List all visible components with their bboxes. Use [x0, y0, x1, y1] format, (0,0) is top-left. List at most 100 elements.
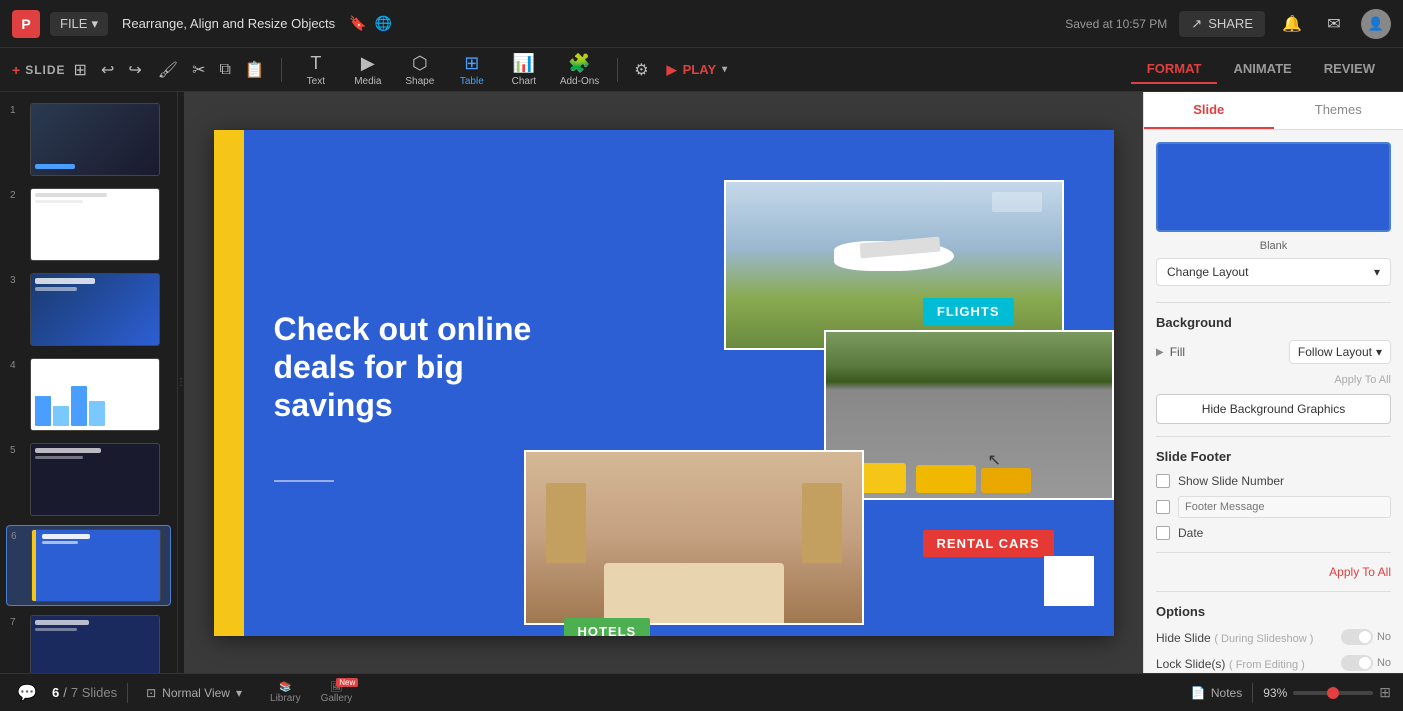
- undo-button[interactable]: ↩: [95, 56, 120, 84]
- paste-button[interactable]: 📋: [239, 56, 271, 84]
- date-checkbox[interactable]: [1156, 526, 1170, 540]
- messages-button[interactable]: ✉: [1319, 9, 1349, 39]
- lock-slides-toggle-thumb: [1359, 657, 1371, 669]
- shape-icon: ⬡: [412, 53, 428, 74]
- new-badge: New: [336, 678, 358, 687]
- main-toolbar: + SLIDE ⊞ ↩ ↪ 🖌 ✂ ⧉ 📋 T Text ▶ Media ⬡ S…: [0, 48, 1403, 92]
- slide-main-heading: Check out online deals for big savings: [274, 310, 574, 425]
- zoom-fit-button[interactable]: ⊞: [1379, 684, 1391, 701]
- slide-preview-4: [30, 358, 160, 431]
- animate-tab[interactable]: ANIMATE: [1217, 55, 1307, 84]
- gallery-button[interactable]: New 🖼 Gallery: [311, 680, 363, 706]
- cut-button[interactable]: ✂: [186, 56, 211, 84]
- file-menu-button[interactable]: FILE ▾: [50, 12, 108, 36]
- addons-label: Add-Ons: [560, 76, 599, 87]
- chart-label: Chart: [512, 76, 536, 87]
- apply-to-all-red-link[interactable]: Apply To All: [1156, 565, 1391, 579]
- file-chevron: ▾: [91, 16, 98, 32]
- hotels-image-card[interactable]: [524, 450, 864, 625]
- play-label: PLAY: [683, 62, 716, 77]
- addons-tool-button[interactable]: 🧩 Add-Ons: [552, 49, 607, 91]
- globe-icon[interactable]: 🌐: [375, 15, 392, 32]
- zoom-slider[interactable]: [1293, 691, 1373, 695]
- slide-thumbnail-6[interactable]: 6: [6, 525, 171, 606]
- slide-yellow-accent-bar: [214, 130, 244, 636]
- redo-button[interactable]: ↪: [122, 56, 147, 84]
- library-label: Library: [270, 693, 301, 704]
- bottom-bar-right: 📄 Notes 93% ⊞: [1191, 683, 1391, 703]
- chat-button[interactable]: 💬: [12, 678, 42, 708]
- slide-decorative-line: [274, 480, 334, 482]
- change-layout-button[interactable]: Change Layout ▾: [1156, 258, 1391, 286]
- show-slide-number-checkbox[interactable]: [1156, 474, 1170, 488]
- notes-button[interactable]: 📄 Notes: [1191, 686, 1242, 700]
- user-avatar[interactable]: 👤: [1361, 9, 1391, 39]
- hide-background-graphics-button[interactable]: Hide Background Graphics: [1156, 394, 1391, 424]
- footer-message-input[interactable]: [1178, 496, 1391, 518]
- review-tab[interactable]: REVIEW: [1308, 55, 1391, 84]
- format-tab[interactable]: FORMAT: [1131, 55, 1218, 84]
- settings-button[interactable]: ⚙: [628, 56, 654, 84]
- table-tool-button[interactable]: ⊞ Table: [448, 49, 496, 91]
- media-label: Media: [354, 76, 381, 87]
- gallery-label: Gallery: [321, 693, 353, 704]
- view-label: Normal View: [162, 686, 230, 700]
- notifications-button[interactable]: 🔔: [1277, 9, 1307, 39]
- copy-button[interactable]: ⧉: [213, 57, 236, 83]
- media-tool-button[interactable]: ▶ Media: [344, 49, 392, 91]
- fill-caret-icon[interactable]: ▶: [1156, 347, 1164, 358]
- change-layout-chevron: ▾: [1374, 265, 1380, 279]
- file-label: FILE: [60, 16, 87, 31]
- slide-add-icon: +: [12, 62, 21, 78]
- shape-label: Shape: [405, 76, 434, 87]
- follow-layout-dropdown[interactable]: Follow Layout ▾: [1289, 340, 1391, 364]
- shape-tool-button[interactable]: ⬡ Shape: [396, 49, 444, 91]
- date-row: Date: [1156, 526, 1391, 540]
- share-button[interactable]: ↗ SHARE: [1179, 11, 1265, 37]
- slide-preview-1: [30, 103, 160, 176]
- footer-message-checkbox[interactable]: [1156, 500, 1170, 514]
- library-icon: 📚: [279, 682, 291, 693]
- chart-tool-button[interactable]: 📊 Chart: [500, 49, 548, 91]
- hide-slide-toggle[interactable]: [1341, 629, 1373, 645]
- slide-preview-2: [30, 188, 160, 261]
- fill-label-group: ▶ Fill: [1156, 345, 1185, 359]
- bookmark-icon[interactable]: 🔖: [349, 15, 366, 32]
- options-section-title: Options: [1156, 604, 1391, 619]
- slide-preview-5: [30, 443, 160, 516]
- hotels-label-tag: HOTELS: [564, 618, 651, 636]
- slide-controls-group: + SLIDE ⊞ ↩ ↪: [12, 56, 148, 84]
- slide-number-2: 2: [10, 188, 24, 201]
- format-paint-button[interactable]: 🖌: [152, 56, 184, 84]
- normal-view-button[interactable]: ⊡ Normal View ▾: [138, 683, 250, 703]
- zoom-indicator: 93% ⊞: [1263, 684, 1391, 701]
- tab-slide[interactable]: Slide: [1144, 92, 1274, 129]
- lock-slides-toggle[interactable]: [1341, 655, 1373, 671]
- right-panel-tabs: Slide Themes: [1144, 92, 1403, 130]
- slide-number-1: 1: [10, 103, 24, 116]
- footer-message-row: [1156, 496, 1391, 518]
- slide-layout-button[interactable]: ⊞: [68, 56, 93, 84]
- tab-themes[interactable]: Themes: [1274, 92, 1403, 129]
- hide-slide-label-group: Hide Slide ( During Slideshow ): [1156, 630, 1313, 645]
- text-tool-button[interactable]: T Text: [292, 49, 340, 91]
- library-gallery-group: 📚 Library New 🖼 Gallery: [260, 680, 362, 706]
- slide-thumbnail-7[interactable]: 7: [6, 612, 171, 673]
- follow-layout-caret: ▾: [1376, 345, 1382, 359]
- play-caret-icon: ▾: [722, 64, 727, 75]
- play-button[interactable]: ▶ PLAY ▾: [659, 58, 736, 82]
- chart-icon: 📊: [513, 53, 535, 74]
- panel-divider-3: [1156, 552, 1391, 553]
- slide-thumbnail-5[interactable]: 5: [6, 440, 171, 519]
- top-bar: P FILE ▾ Rearrange, Align and Resize Obj…: [0, 0, 1403, 48]
- slide-canvas-area[interactable]: Check out online deals for big savings: [184, 92, 1143, 673]
- library-button[interactable]: 📚 Library: [260, 680, 311, 706]
- slide-thumbnail-2[interactable]: 2: [6, 185, 171, 264]
- slide-thumbnail-1[interactable]: 1: [6, 100, 171, 179]
- slide-thumbnail-3[interactable]: 3: [6, 270, 171, 349]
- layout-section: Blank Change Layout ▾: [1156, 142, 1391, 286]
- rental-cars-image-card[interactable]: [824, 330, 1114, 500]
- lock-slides-toggle-group: No: [1341, 655, 1391, 671]
- slide-thumbnail-4[interactable]: 4: [6, 355, 171, 434]
- document-title: Rearrange, Align and Resize Objects: [122, 16, 335, 31]
